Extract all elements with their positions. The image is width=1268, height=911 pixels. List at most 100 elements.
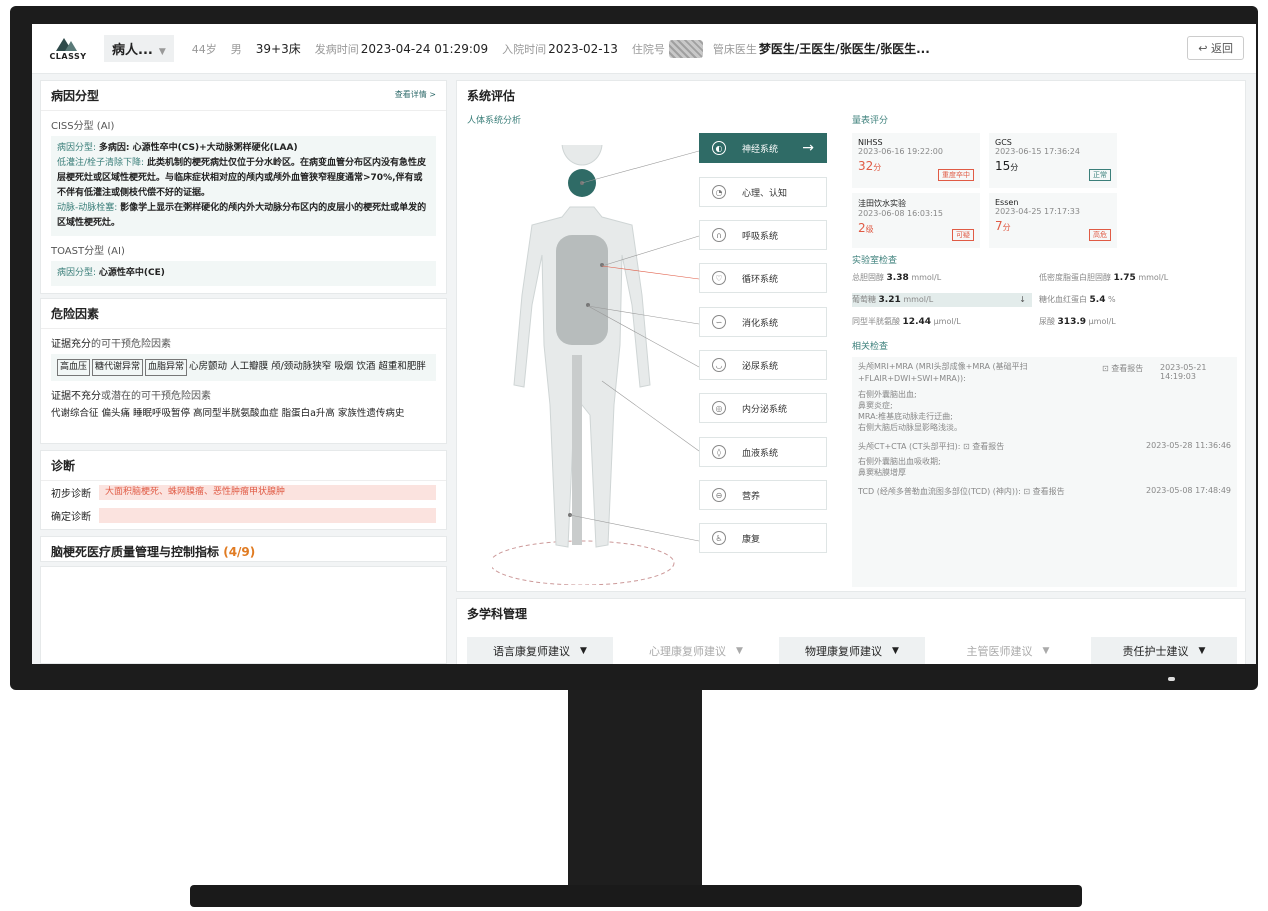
sys-btn-label: 神经系统 — [742, 144, 779, 155]
sys-btn-label: 泌尿系统 — [742, 361, 779, 372]
patient-header: CLASSY 病人... ▼ 44岁 男 39+3床 发病时间 2023-04-24… — [32, 24, 1256, 74]
admit-date: 2023-02-13 — [548, 41, 618, 56]
scale-value-num: 15 — [995, 159, 1011, 173]
sys-btn-label: 呼吸系统 — [742, 231, 779, 242]
chevron-down-icon: ▼ — [580, 646, 587, 656]
confirm-diagnosis-row: 确定诊断 — [41, 504, 446, 527]
related-result: 右侧外囊脑出血; 鼻窦炎症; MRA:椎基底动脉走行迂曲; 右侧大脑后动脉显影略… — [858, 390, 962, 432]
sys-btn-endocrine[interactable]: ◎ 内分泌系统 — [699, 393, 827, 423]
multi-panel: 多学科管理 语言康复师建议 ▼ 心理康复师建议 ▼ 物理康复师建议 ▼ 主管医师建议 ▼… — [456, 598, 1246, 664]
risk-sufficient-heading: 证据充分的可干预危险因素 — [41, 329, 446, 354]
scale-time: 2023-06-16 19:22:00 — [858, 147, 943, 156]
diagnosis-title: 诊断 — [41, 451, 446, 481]
doctor-names: 梦医生/王医生/张医生/张医生... — [758, 42, 930, 56]
view-report-button[interactable]: ⊡ 查看报告 — [1102, 363, 1143, 374]
view-report-button[interactable]: ⊡ 查看报告 — [963, 442, 1004, 451]
tab-physical-rehab[interactable]: 物理康复师建议 ▼ — [779, 637, 925, 664]
admit-label: 入院时间 — [502, 42, 547, 56]
tab-label: 语言康复师建议 — [493, 645, 571, 658]
scale-badge: 可疑 — [952, 229, 974, 241]
tab-speech-rehab[interactable]: 语言康复师建议 ▼ — [467, 637, 613, 664]
onset-time: 2023-04-24 01:29:09 — [360, 41, 489, 56]
sys-btn-blood[interactable]: ◊ 血液系统 — [699, 437, 827, 467]
risk-sufficient-box: 高血压 糖代谢异常 血脂异常 心房颤动 人工瓣膜 颅/颈动脉狭窄 吸烟 饮酒 超重和肥… — [51, 354, 436, 381]
left-blank-panel — [40, 566, 447, 664]
lab-name: 葡萄糖 — [852, 295, 876, 304]
sys-btn-urinary[interactable]: ◡ 泌尿系统 — [699, 350, 827, 380]
system-title: 系统评估 — [467, 89, 516, 103]
scale-time: 2023-06-08 16:03:15 — [858, 209, 943, 218]
body-analysis-label: 人体系统分析 — [467, 116, 522, 126]
scale-card[interactable]: NIHSS 2023-06-16 19:22:00 32分 重度卒中 — [852, 133, 980, 188]
ciss-type: 病因分型: 多病因: 心源性卒中(CS)+大动脉粥样硬化(LAA) — [57, 141, 430, 156]
scale-name: NIHSS — [858, 138, 883, 147]
tab-nurse[interactable]: 责任护士建议 ▼ — [1091, 637, 1237, 664]
sys-btn-rehab[interactable]: ♿ 康复 — [699, 523, 827, 553]
ciss-type-value: 多病因: 心源性卒中(CS)+大动脉粥样硬化(LAA) — [98, 143, 298, 153]
floor-ellipse — [492, 540, 675, 585]
sys-btn-psych[interactable]: ◔ 心理、认知 — [699, 177, 827, 207]
scale-time: 2023-04-25 17:17:33 — [995, 207, 1080, 216]
patient-selector[interactable]: 病人... ▼ — [104, 35, 174, 62]
system-panel: 系统评估 人体系统分析 ◐ 神经系统 → ◔ 心理、认知 ∩ 呼吸系统 ♡ 循环… — [456, 80, 1246, 592]
back-button[interactable]: ↩ 返回 — [1187, 36, 1244, 60]
stomach-icon: ∽ — [712, 315, 726, 329]
lab-name: 尿酸 — [1039, 317, 1055, 326]
view-report-label: 查看报告 — [1032, 487, 1065, 496]
onset-label: 发病时间 — [314, 42, 359, 56]
related-item: 头颅MRI+MRA (MRI头部成像+MRA (基础平扫+FLAIR+DWI+S… — [852, 357, 1237, 437]
scale-title: 量表评分 — [852, 116, 889, 126]
quality-title-text: 脑梗死医疗质量管理与控制指标 — [51, 545, 220, 559]
scale-card[interactable]: Essen 2023-04-25 17:17:33 7分 高危 — [989, 193, 1117, 248]
lab-value: 5.4 — [1089, 295, 1106, 305]
lab-unit: mmol/L — [1138, 273, 1169, 282]
app-screen: CLASSY 病人... ▼ 44岁 男 39+3床 发病时间 2023-04-24… — [32, 24, 1256, 664]
related-time: 2023-05-21 14:19:03 — [1160, 363, 1207, 381]
etiology-title: 病因分型 查看详情 > — [41, 81, 446, 111]
toast-title: TOAST分型 (AI) — [51, 246, 125, 257]
tab-label: 心理康复师建议 — [649, 645, 727, 658]
scale-card[interactable]: 洼田饮水实验 2023-06-08 16:03:15 2级 可疑 — [852, 193, 980, 248]
body-figure — [492, 145, 675, 585]
chevron-down-icon: ▼ — [736, 646, 743, 656]
risk-panel: 危险因素 证据充分的可干预危险因素 高血压 糖代谢异常 血脂异常 心房颤动 人工瓣膜 … — [40, 298, 447, 444]
lab-unit: % — [1108, 295, 1116, 304]
sys-btn-circulatory[interactable]: ♡ 循环系统 — [699, 263, 827, 293]
chevron-down-icon: ▼ — [1042, 646, 1050, 656]
ciss-art-key: 动脉-动脉栓塞: — [57, 203, 118, 213]
lab-name: 低密度脂蛋白胆固醇 — [1039, 273, 1111, 282]
lab-item: 尿酸 313.9 μmol/L — [1039, 315, 1229, 329]
toast-box: 病因分型: 心源性卒中(CE) — [51, 261, 436, 286]
ciss-low: 低灌注/栓子清除下降: 此类机制的梗死病灶仅位于分水岭区。在病变血管分布区内没有… — [57, 156, 430, 201]
ciss-title: CISS分型 (AI) — [51, 121, 115, 132]
lab-value: 1.75 — [1113, 273, 1136, 283]
sys-btn-label: 内分泌系统 — [742, 404, 788, 415]
initial-diagnosis-field[interactable]: 大面积脑梗死、蛛网膜瘤、恶性肿瘤甲状腺肿 — [99, 485, 436, 500]
monitor-frame: CLASSY 病人... ▼ 44岁 男 39+3床 发病时间 2023-04-24… — [10, 6, 1258, 690]
scale-name: 洼田饮水实验 — [858, 199, 906, 208]
initial-diagnosis-row: 初步诊断 大面积脑梗死、蛛网膜瘤、恶性肿瘤甲状腺肿 — [41, 481, 446, 504]
etiology-more-link[interactable]: 查看详情 > — [395, 89, 436, 100]
sys-btn-nutrition[interactable]: ⊖ 营养 — [699, 480, 827, 510]
logo-text: CLASSY — [49, 52, 87, 61]
lab-item: 糖化血红蛋白 5.4 % — [1039, 293, 1229, 307]
related-list: 头颅MRI+MRA (MRI头部成像+MRA (基础平扫+FLAIR+DWI+S… — [852, 357, 1237, 587]
sys-btn-digestive[interactable]: ∽ 消化系统 — [699, 307, 827, 337]
sys-btn-label: 血液系统 — [742, 448, 779, 459]
tab-chief-doctor[interactable]: 主管医师建议 ▼ — [935, 637, 1081, 664]
scale-value-num: 32 — [858, 159, 874, 173]
ciss-art: 动脉-动脉栓塞: 影像学上显示在粥样硬化的颅内外大动脉分布区内的皮层小的梗死灶或… — [57, 201, 430, 231]
sys-btn-respiratory[interactable]: ∩ 呼吸系统 — [699, 220, 827, 250]
scale-card[interactable]: GCS 2023-06-15 17:36:24 15分 正常 — [989, 133, 1117, 188]
lab-value: 313.9 — [1057, 317, 1087, 327]
related-item: TCD (经颅多普勒血流图多部位(TCD) (神内)): ⊡ 查看报告 2023… — [852, 482, 1237, 501]
related-time: 2023-05-28 11:36:46 — [1146, 441, 1231, 450]
scale-unit: 级 — [865, 225, 874, 234]
confirm-diagnosis-field[interactable] — [99, 508, 436, 523]
view-report-button[interactable]: ⊡ 查看报告 — [1023, 487, 1064, 496]
sys-btn-nervous[interactable]: ◐ 神经系统 → — [699, 133, 827, 163]
quality-panel[interactable]: 脑梗死医疗质量管理与控制指标 (4/9) — [40, 536, 447, 562]
tab-psych-rehab[interactable]: 心理康复师建议 ▼ — [623, 637, 769, 664]
lab-name: 同型半胱氨酸 — [852, 317, 900, 326]
initial-diagnosis-label: 初步诊断 — [51, 489, 91, 500]
